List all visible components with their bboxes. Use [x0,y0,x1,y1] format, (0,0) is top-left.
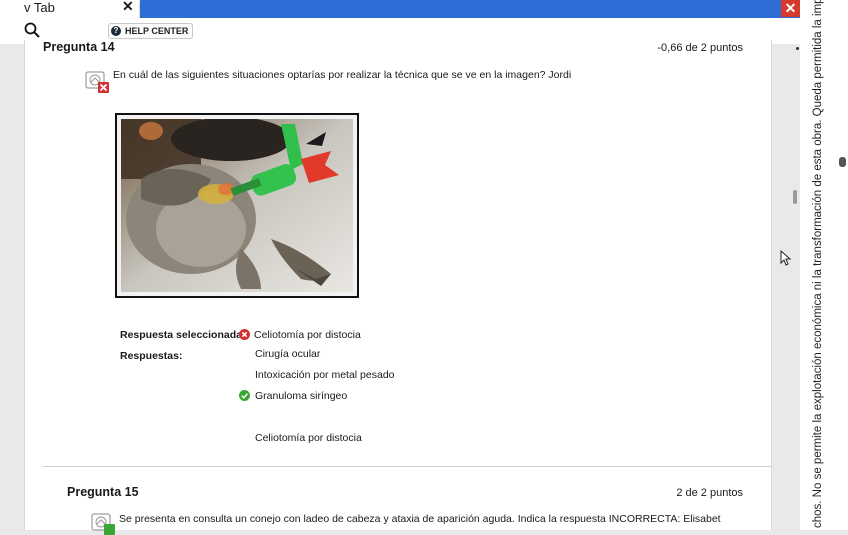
selected-answer: Celiotomía por distocia [254,329,361,341]
question-header: Pregunta 15 2 de 2 puntos [67,485,743,505]
side-margin [800,0,848,530]
side-scroll-indicator[interactable] [839,157,846,167]
x-mark-icon [239,329,250,340]
help-center-label: HELP CENTER [125,26,189,36]
bird-photo [121,119,353,292]
question-header: Pregunta 14 -0,66 de 2 puntos [43,40,743,60]
question-divider [43,466,771,467]
answers-label: Respuestas: [120,350,183,362]
browser-title-bar [140,0,800,18]
answer-option: Celiotomía por distocia [255,432,362,444]
question-title: Pregunta 15 [67,485,139,499]
question-points: 2 de 2 puntos [676,487,743,499]
answer-option: Intoxicación por metal pesado [255,369,395,381]
answer-option-correct: Granuloma siríngeo [255,390,348,402]
browser-tab[interactable]: v Tab ✕ [0,0,140,18]
tab-label: v Tab [24,0,55,15]
window-close-button[interactable]: ✕ [781,0,800,17]
search-icon[interactable] [24,22,40,38]
tab-close-icon[interactable]: ✕ [122,0,134,15]
question-status-icon [85,71,109,93]
question-title: Pregunta 14 [43,40,115,54]
question-image [115,113,359,298]
help-circle-icon: ? [111,26,121,36]
question-text: Se presenta en consulta un conejo con la… [119,513,721,525]
question-status-icon [91,513,115,535]
cursor-icon [780,250,792,266]
quiz-results-page: Pregunta 14 -0,66 de 2 puntos En cuál de… [24,40,772,535]
selected-answer-label: Respuesta seleccionada: [120,329,246,341]
edge-dot [796,47,799,50]
scrollbar-thumb[interactable] [793,190,797,204]
copyright-notice: chos. No se permite la explotación econó… [812,0,824,528]
answer-option: Cirugía ocular [255,348,321,360]
check-icon [239,390,250,401]
help-center-button[interactable]: ? HELP CENTER [108,23,194,39]
question-text: En cuál de las siguientes situaciones op… [113,69,572,81]
question-points: -0,66 de 2 puntos [657,42,743,54]
